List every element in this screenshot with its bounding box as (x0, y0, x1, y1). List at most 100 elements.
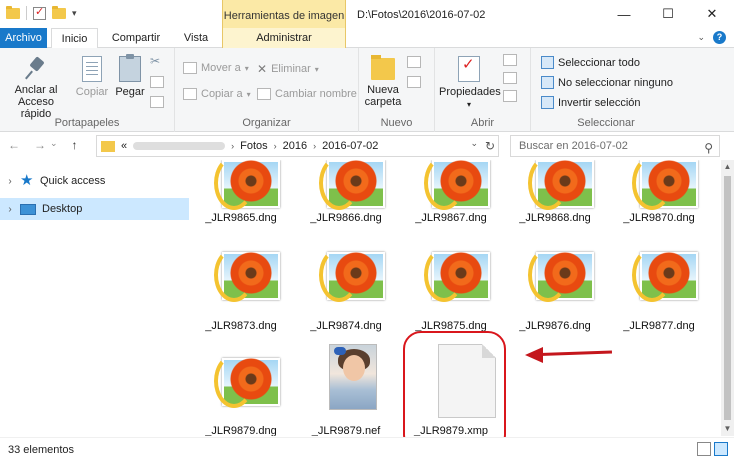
customize-toolbar-button[interactable]: ▾ (72, 8, 77, 19)
group-abrir: Propiedades ▾ Abrir (435, 48, 531, 132)
photo-thumbnail (317, 344, 389, 410)
tab-inicio[interactable]: Inicio (51, 28, 98, 49)
address-row: ← → ⌄ ↑ « › Fotos › 2016 › 2016-07-02 ⌄ … (0, 133, 734, 159)
chevron-down-icon[interactable]: ⌄ (470, 138, 478, 149)
history-icon[interactable] (503, 90, 517, 102)
file-item[interactable]: _JLR9874.dng (297, 246, 395, 346)
scroll-down-icon[interactable]: ▼ (721, 422, 734, 436)
rename-button[interactable]: Cambiar nombre (257, 88, 357, 100)
file-item[interactable]: _JLR9877.dng (610, 246, 708, 346)
chevron-down-icon[interactable]: ⌄ (697, 32, 705, 43)
image-file-icon (422, 246, 494, 308)
nav-item-desktop[interactable]: › Desktop (0, 198, 189, 220)
red-highlight-circle (403, 331, 506, 453)
tab-administrar[interactable]: Administrar (222, 28, 346, 48)
file-name: _JLR9879.nef (311, 425, 381, 436)
search-input[interactable]: Buscar en 2016-07-02 ⚲ (510, 135, 720, 157)
image-file-icon (317, 160, 389, 216)
scroll-up-icon[interactable]: ▲ (721, 160, 734, 174)
breadcrumb-fotos[interactable]: Fotos (240, 140, 268, 152)
breadcrumb-overflow[interactable]: « (121, 140, 127, 152)
image-file-icon (630, 160, 702, 216)
breadcrumb-2016[interactable]: 2016 (283, 140, 307, 152)
title-bar: ▾ Herramientas de imagen D:\Fotos\2016\2… (0, 0, 734, 28)
file-item[interactable]: _JLR9870.dng (610, 160, 708, 254)
select-none-button[interactable]: No seleccionar ninguno (541, 76, 673, 89)
cut-icon[interactable]: ✂ (150, 54, 164, 68)
chevron-right-icon[interactable]: › (0, 176, 20, 187)
invert-selection-button[interactable]: Invertir selección (541, 96, 641, 109)
nav-item-quick-access[interactable]: › Quick access (0, 170, 189, 192)
vertical-scrollbar[interactable]: ▲ ▼ (721, 160, 734, 436)
refresh-icon[interactable]: ↻ (485, 139, 495, 153)
copy-path-icon[interactable] (150, 76, 164, 88)
pin-icon (24, 56, 48, 80)
folder-icon[interactable] (6, 5, 20, 19)
up-arrow-icon[interactable]: ↑ (72, 138, 78, 152)
new-folder-button[interactable]: Nueva carpeta (363, 55, 403, 108)
new-item-icon[interactable] (407, 56, 421, 68)
copy-to-button[interactable]: Copiar a ▾ (183, 88, 251, 100)
properties-button[interactable]: Propiedades ▾ (439, 56, 501, 111)
close-button[interactable]: ✕ (690, 0, 734, 28)
select-all-button[interactable]: Seleccionar todo (541, 56, 640, 69)
file-item[interactable]: _JLR9873.dng (192, 246, 290, 346)
file-item[interactable]: _JLR9879.nef (297, 344, 395, 436)
delete-button[interactable]: ✕ Eliminar ▾ (257, 62, 319, 76)
copy-to-icon (183, 88, 197, 100)
minimize-button[interactable]: — (602, 0, 646, 28)
image-file-icon (422, 160, 494, 216)
red-arrow-head (525, 347, 543, 363)
rename-icon (257, 88, 271, 100)
open-icon[interactable] (503, 54, 517, 66)
paste-button[interactable]: Pegar (114, 54, 146, 98)
tab-archivo[interactable]: Archivo (0, 28, 47, 48)
image-file-icon (212, 246, 284, 308)
nav-item-label: Quick access (40, 175, 106, 187)
pin-label: Anclar al Acceso rápido (14, 84, 58, 120)
new-folder-icon[interactable] (52, 5, 66, 19)
file-name: _JLR9876.dng (519, 320, 591, 332)
chevron-right-icon[interactable]: › (0, 204, 20, 215)
file-item[interactable]: _JLR9866.dng (297, 160, 395, 254)
search-icon[interactable]: ⚲ (704, 138, 713, 158)
view-toggle (697, 442, 728, 456)
address-bar[interactable]: « › Fotos › 2016 › 2016-07-02 ⌄ ↻ (96, 135, 499, 157)
chevron-right-icon[interactable]: › (313, 141, 316, 151)
edit-icon[interactable] (503, 72, 517, 84)
move-icon (183, 62, 197, 74)
chevron-right-icon[interactable]: › (274, 141, 277, 151)
back-arrow-icon[interactable]: ← (8, 138, 20, 152)
image-file-icon (212, 352, 284, 414)
file-item[interactable]: _JLR9865.dng (192, 160, 290, 254)
properties-label: Propiedades (439, 86, 501, 98)
breadcrumb-2016-07-02[interactable]: 2016-07-02 (322, 140, 378, 152)
tab-compartir[interactable]: Compartir (104, 28, 168, 48)
copy-button[interactable]: Copiar (74, 56, 110, 98)
copy-to-label: Copiar a (201, 88, 243, 100)
file-item[interactable]: _JLR9867.dng (402, 160, 500, 254)
recent-chevron-icon[interactable]: ⌄ (50, 138, 58, 152)
tab-vista[interactable]: Vista (174, 28, 218, 48)
easy-access-icon[interactable] (407, 76, 421, 88)
help-icon[interactable]: ? (713, 31, 726, 44)
chevron-right-icon[interactable]: › (231, 141, 234, 151)
properties-icon[interactable] (33, 5, 46, 20)
file-name: _JLR9868.dng (519, 212, 591, 224)
forward-arrow-icon[interactable]: → (34, 138, 46, 152)
ribbon-options: ⌄ ? (697, 31, 726, 44)
copy-label: Copiar (75, 86, 109, 98)
maximize-button[interactable]: ☐ (646, 0, 690, 28)
move-to-button[interactable]: Mover a ▾ (183, 62, 249, 74)
group-label: Organizar (242, 117, 291, 129)
scroll-thumb[interactable] (724, 176, 731, 420)
file-name: _JLR9874.dng (310, 320, 382, 332)
large-icons-view-icon[interactable] (714, 442, 728, 456)
file-item[interactable]: _JLR9879.dng (192, 352, 290, 436)
file-item[interactable]: _JLR9868.dng (506, 160, 604, 254)
file-item[interactable]: _JLR9876.dng (506, 246, 604, 346)
paste-shortcut-icon[interactable] (150, 96, 164, 108)
chevron-down-icon: ▾ (244, 63, 249, 73)
details-view-icon[interactable] (697, 442, 711, 456)
pin-quick-access-button[interactable]: Anclar al Acceso rápido (4, 56, 68, 120)
